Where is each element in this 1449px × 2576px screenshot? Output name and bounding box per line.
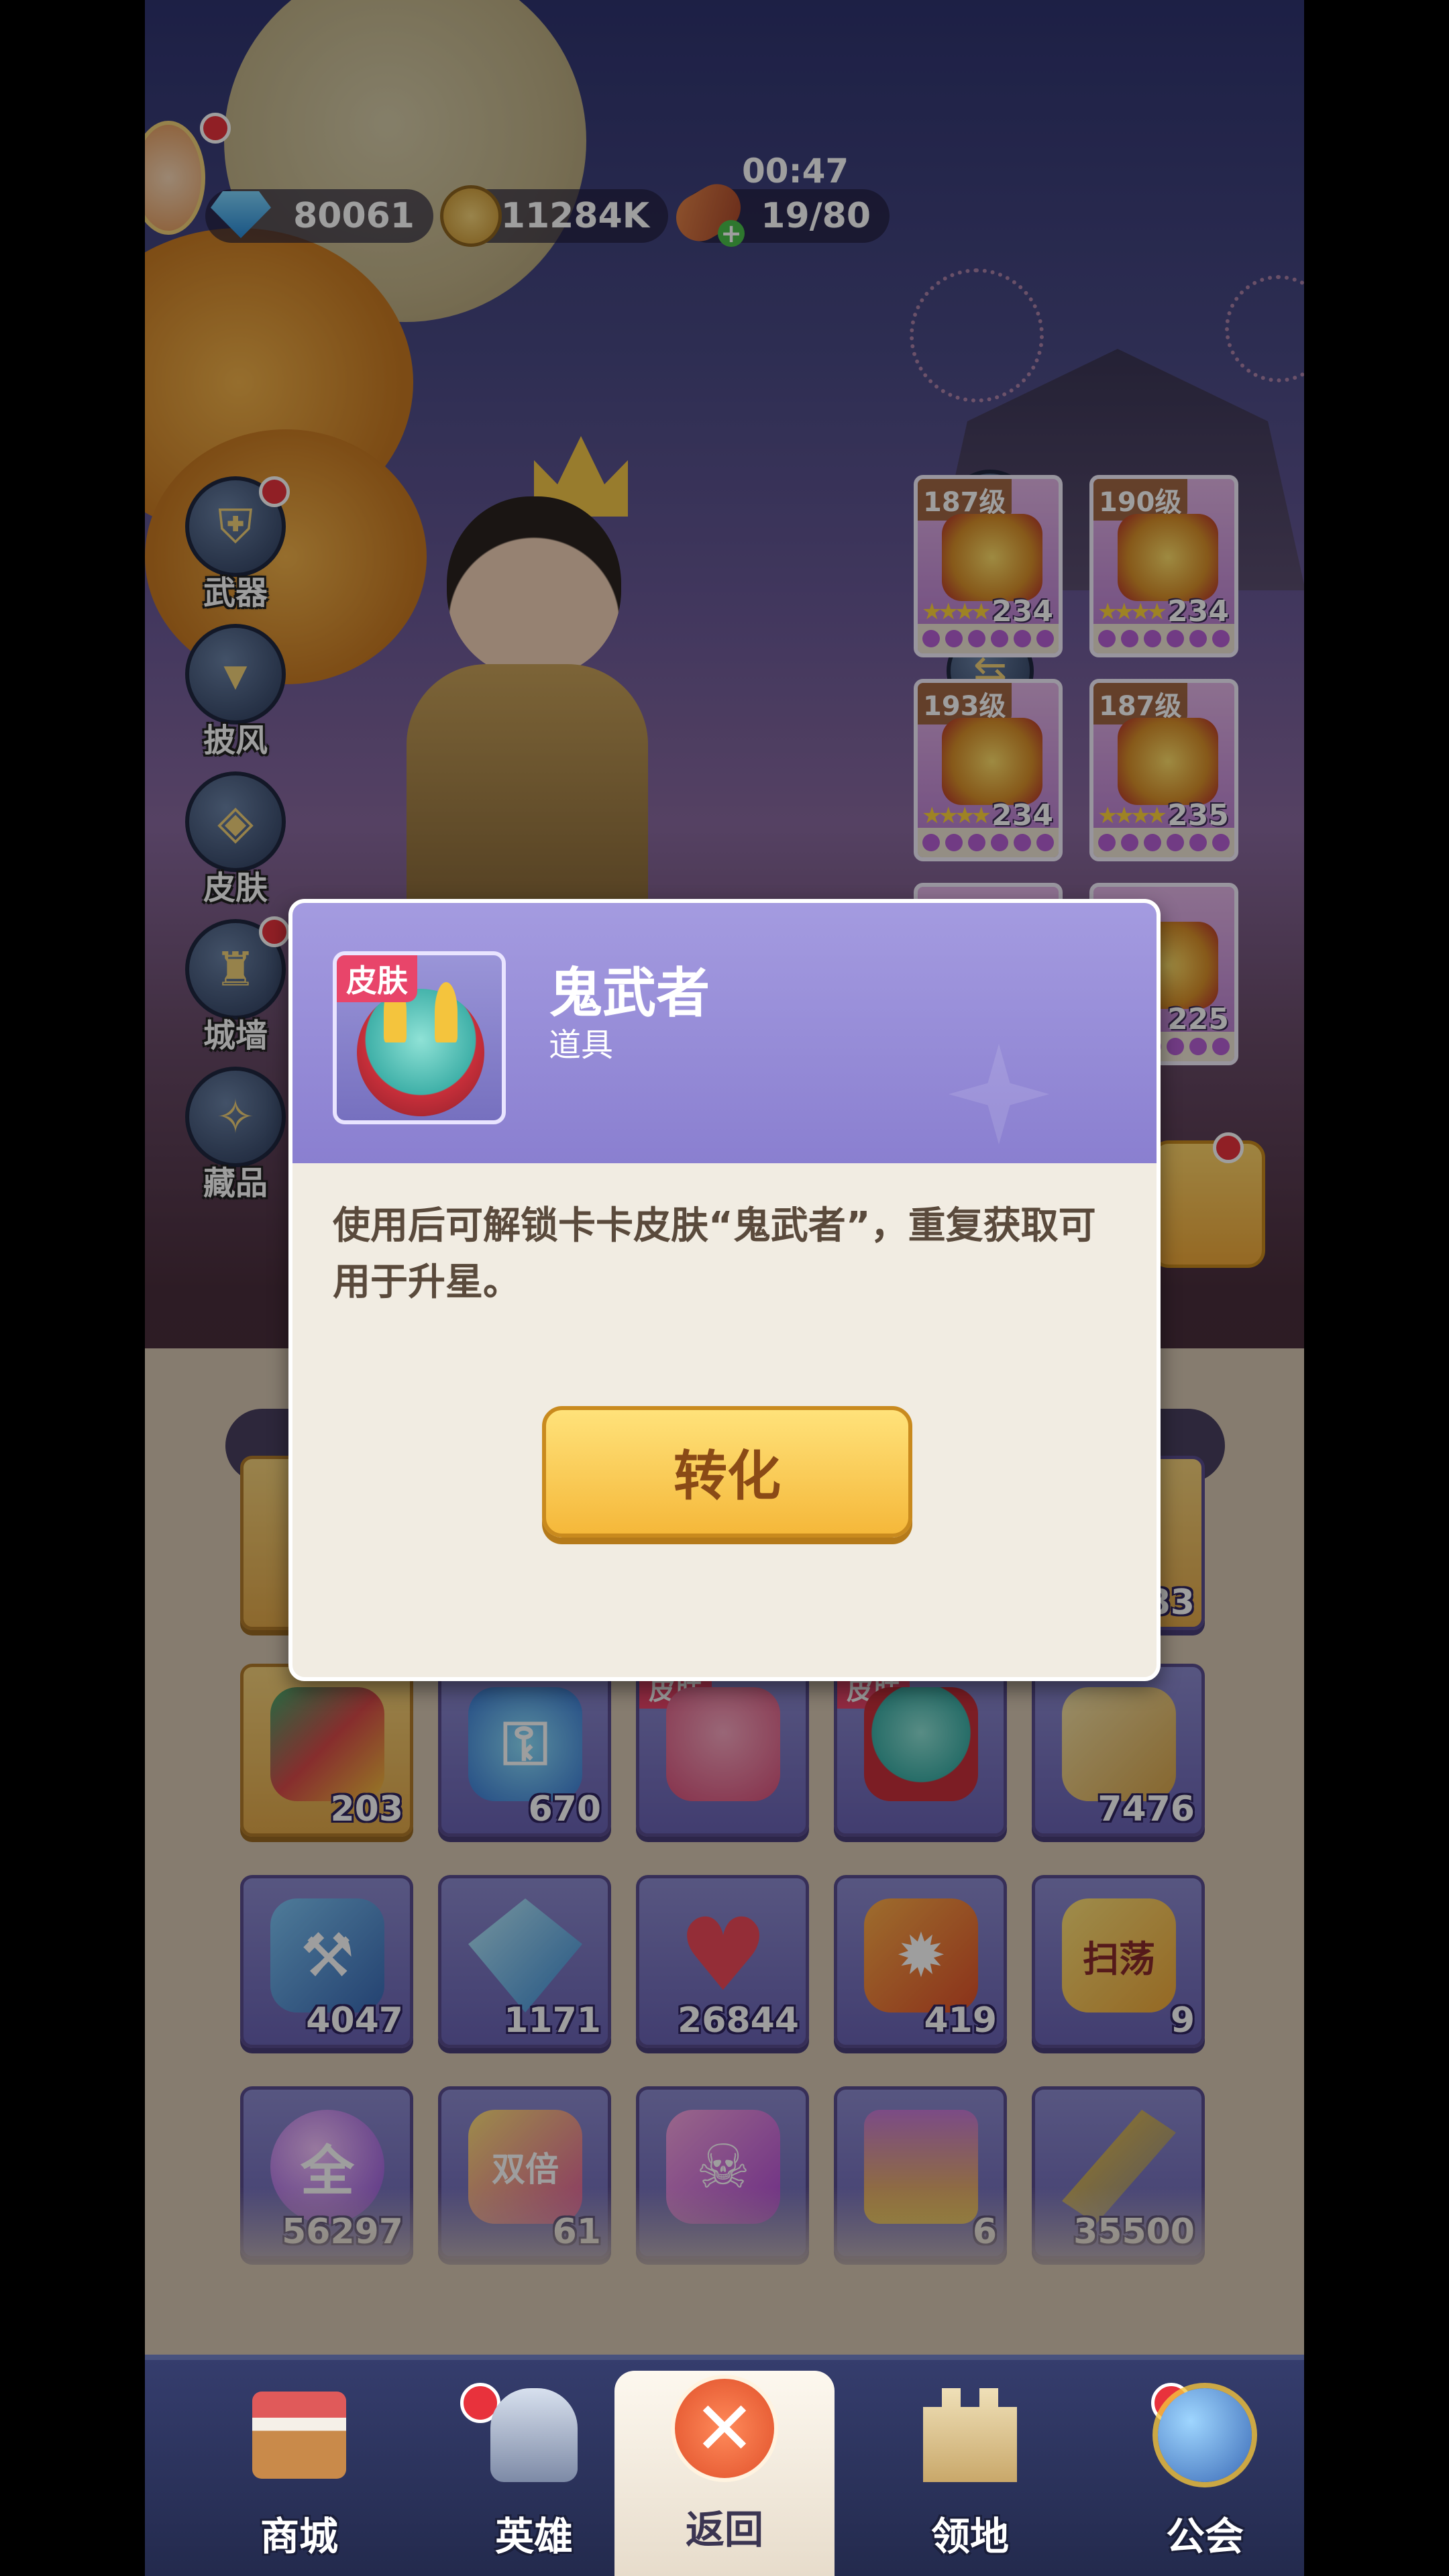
nav-label: 商城: [260, 2514, 338, 2559]
sparkle-icon: [949, 1044, 1049, 1144]
convert-button[interactable]: 转化: [542, 1406, 912, 1538]
nav-hero[interactable]: 英雄: [433, 2381, 635, 2576]
item-preview: 皮肤: [333, 951, 506, 1124]
item-description: 使用后可解锁卡卡皮肤“鬼武者”，重复获取可用于升星。: [333, 1204, 1096, 1304]
nav-shop[interactable]: 商城: [199, 2381, 400, 2576]
skin-tag: 皮肤: [337, 955, 417, 1002]
item-type: 道具: [549, 1026, 614, 1064]
hero-helmet-icon: [480, 2381, 588, 2489]
close-icon: ✕: [671, 2375, 778, 2482]
nav-label: 公会: [1165, 2514, 1244, 2559]
nav-label: 领地: [930, 2514, 1009, 2559]
nav-territory[interactable]: 领地: [869, 2381, 1071, 2576]
oni-skin-icon: [357, 982, 484, 1116]
convert-button-label: 转化: [674, 1445, 781, 1507]
modal-header: 皮肤 鬼武者 道具: [292, 903, 1157, 1163]
shop-icon: [246, 2381, 353, 2489]
nav-back[interactable]: ✕ 返回: [624, 2375, 825, 2569]
game-screen: 80061 11284K 00:47 19/80 + ⛨ 武器 ▾ 披风 ◈ 皮…: [145, 0, 1304, 2576]
nav-label: 英雄: [494, 2514, 573, 2559]
nav-label: 返回: [685, 2507, 763, 2553]
guild-planet-icon: [1151, 2381, 1258, 2489]
item-detail-modal: 皮肤 鬼武者 道具 使用后可解锁卡卡皮肤“鬼武者”，重复获取可用于升星。 转化: [288, 899, 1161, 1681]
nav-guild[interactable]: 公会: [1104, 2381, 1304, 2576]
item-name: 鬼武者: [549, 962, 710, 1024]
territory-icon: [916, 2381, 1024, 2489]
